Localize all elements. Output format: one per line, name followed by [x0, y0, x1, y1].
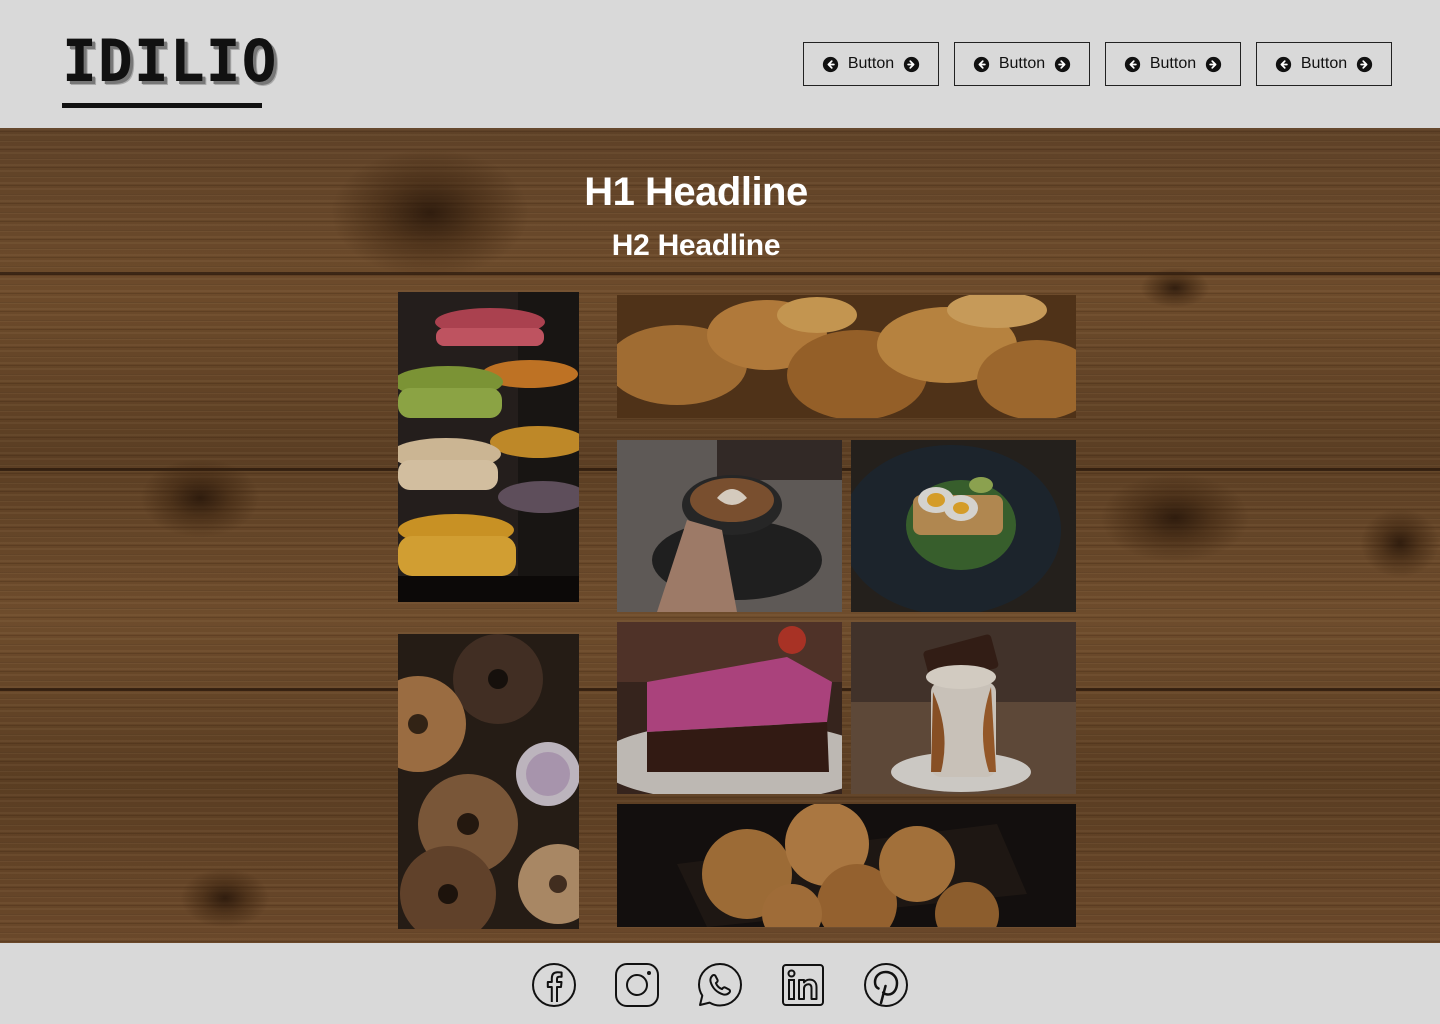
gallery-photo-latte[interactable]: [617, 440, 842, 612]
gallery-photo-croissants[interactable]: [617, 295, 1076, 418]
linkedin-icon[interactable]: [780, 962, 826, 1008]
arrow-left-circle-icon: [1124, 56, 1141, 72]
nav-button-label: Button: [998, 55, 1046, 72]
nav-button-label: Button: [847, 55, 895, 72]
social-links: [531, 962, 909, 1008]
nav-button-2[interactable]: Button: [954, 42, 1090, 86]
gallery-photo-cake[interactable]: [617, 622, 842, 794]
gallery-photo-cookies[interactable]: [617, 804, 1076, 927]
arrow-right-circle-icon: [1205, 56, 1222, 72]
arrow-left-circle-icon: [973, 56, 990, 72]
wood-knot: [180, 868, 270, 928]
gallery-photo-milkshake[interactable]: [851, 622, 1076, 794]
nav-button-label: Button: [1300, 55, 1348, 72]
whatsapp-icon[interactable]: [697, 962, 743, 1008]
hero-h1-headline: H1 Headline: [584, 170, 808, 214]
pinterest-icon[interactable]: [863, 962, 909, 1008]
arrow-right-circle-icon: [903, 56, 920, 72]
arrow-left-circle-icon: [1275, 56, 1292, 72]
wood-knot: [1140, 268, 1210, 308]
site-header: IDILIO Button Button Button Button: [0, 0, 1440, 128]
gallery-photo-egg-toast[interactable]: [851, 440, 1076, 612]
arrow-right-circle-icon: [1054, 56, 1071, 72]
logo[interactable]: IDILIO: [62, 27, 278, 108]
nav-button-4[interactable]: Button: [1256, 42, 1392, 86]
hero-section: H1 Headline H2 Headline: [0, 128, 1440, 943]
facebook-icon[interactable]: [531, 962, 577, 1008]
wood-plank-seam: [0, 272, 1440, 275]
gallery-photo-bagels[interactable]: [398, 634, 579, 929]
nav-button-1[interactable]: Button: [803, 42, 939, 86]
main-nav: Button Button Button Button: [803, 42, 1392, 86]
nav-button-3[interactable]: Button: [1105, 42, 1241, 86]
logo-underline: [62, 103, 262, 108]
wood-knot: [1100, 473, 1250, 563]
arrow-left-circle-icon: [822, 56, 839, 72]
logo-text: IDILIO: [62, 27, 278, 95]
arrow-right-circle-icon: [1356, 56, 1373, 72]
instagram-icon[interactable]: [614, 962, 660, 1008]
hero-h2-headline: H2 Headline: [611, 229, 781, 262]
wood-knot: [140, 458, 260, 538]
site-footer: [0, 943, 1440, 1024]
wood-knot: [1360, 508, 1440, 578]
nav-button-label: Button: [1149, 55, 1197, 72]
gallery-photo-macarons[interactable]: [398, 292, 579, 602]
